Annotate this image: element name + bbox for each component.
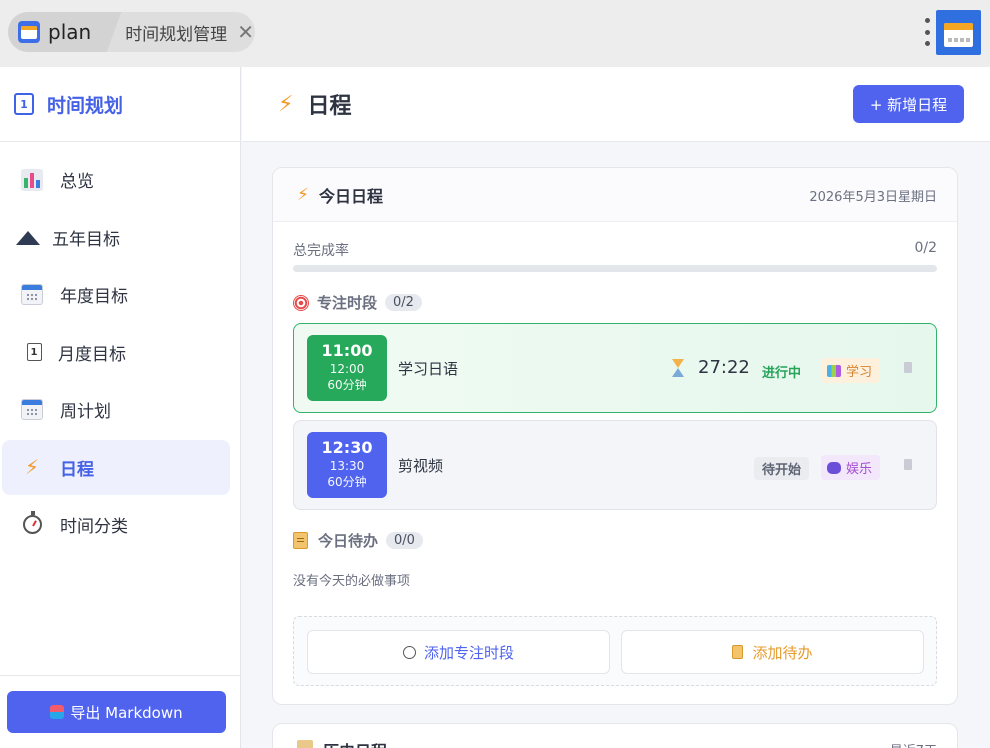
sidebar-item-label: 年度目标: [60, 287, 128, 307]
sidebar-item-monthly[interactable]: 1 月度目标: [2, 325, 230, 380]
add-todo-label: 添加待办: [752, 643, 813, 662]
duration: 60分钟: [327, 475, 367, 489]
bolt-icon: ⚡: [297, 184, 309, 205]
add-focus-label: 添加专注时段: [423, 643, 514, 662]
gamepad-icon: [827, 461, 841, 474]
sidebar-item-label: 时间分类: [60, 517, 128, 537]
focus-block[interactable]: 12:30 13:30 60分钟 剪视频 待开始 娱乐: [293, 420, 937, 510]
app-tab[interactable]: plan 时间规划管理 ✕: [8, 12, 255, 52]
category-tag: 娱乐: [821, 455, 881, 480]
sidebar: 1 时间规划 总览 五年目标 年度目标 1 月度目标 周计划 ⚡ 日程 时间分类…: [0, 67, 241, 748]
clipboard-icon: [732, 645, 744, 659]
sidebar-item-label: 五年目标: [52, 229, 120, 250]
sidebar-item-label: 总览: [60, 172, 94, 192]
sidebar-item-schedule[interactable]: ⚡ 日程: [2, 439, 230, 495]
tab-app-label: plan: [48, 20, 92, 44]
target-icon: [293, 294, 309, 311]
new-schedule-button[interactable]: + 新增日程: [853, 85, 964, 123]
history-title: 历史日程: [323, 738, 387, 748]
page-title: 日程: [307, 94, 352, 119]
title-bar: plan 时间规划管理 ✕: [0, 0, 990, 67]
todo-count-badge: 0/0: [386, 532, 423, 549]
main-content: ⚡ 日程 + 新增日程 ⚡ 今日日程 2026年5月3日星期日 总完成率 0/2…: [242, 67, 990, 748]
sidebar-footer: 导出 Markdown: [0, 675, 240, 748]
todo-section-header: 今日待办 0/0: [293, 530, 423, 551]
stopwatch-icon: [20, 511, 44, 537]
sidebar-nav: 总览 五年目标 年度目标 1 月度目标 周计划 ⚡ 日程 时间分类: [0, 142, 240, 552]
scroll-icon: [297, 740, 313, 748]
add-actions: 添加专注时段 添加待办: [293, 616, 937, 686]
start-time: 11:00: [321, 341, 373, 360]
brand-title: 时间规划: [47, 94, 124, 117]
add-todo-button[interactable]: 添加待办: [621, 630, 924, 674]
bolt-icon: ⚡: [24, 455, 40, 479]
sidebar-item-annual[interactable]: 年度目标: [2, 267, 230, 322]
sidebar-item-weekly[interactable]: 周计划: [2, 382, 230, 437]
focus-section-header: 专注时段 0/2: [293, 292, 422, 313]
history-card: 历史日程 最近7天: [272, 723, 958, 748]
sidebar-item-overview[interactable]: 总览: [2, 152, 230, 207]
sidebar-item-label: 月度目标: [58, 344, 126, 365]
category-label: 娱乐: [846, 462, 873, 477]
focus-block[interactable]: 11:00 12:00 60分钟 学习日语 27:22 进行中 学习: [293, 323, 937, 413]
status-badge: 待开始: [754, 457, 810, 480]
calendar-icon: [20, 283, 44, 307]
delete-icon[interactable]: [904, 362, 912, 373]
books-icon: [827, 364, 841, 377]
stopwatch-icon: [402, 645, 416, 659]
focus-count-badge: 0/2: [385, 294, 422, 311]
calendar-icon: [20, 398, 44, 422]
day-calendar-icon: 1: [22, 340, 46, 364]
progress-count: 0/2: [914, 240, 937, 256]
end-time: 13:30: [329, 459, 365, 473]
card-title: 今日日程: [318, 186, 383, 206]
sidebar-brand: 1 时间规划: [0, 67, 240, 142]
time-box: 11:00 12:00 60分钟: [307, 335, 387, 401]
add-focus-button[interactable]: 添加专注时段: [307, 630, 610, 674]
calendar-app-icon: [18, 21, 40, 43]
mountain-icon: [16, 225, 40, 249]
category-tag: 学习: [821, 358, 881, 383]
sidebar-item-label: 日程: [60, 459, 94, 480]
time-box: 12:30 13:30 60分钟: [307, 432, 387, 498]
block-title: 学习日语: [398, 360, 459, 378]
more-menu-icon[interactable]: [922, 18, 932, 46]
todo-empty-message: 没有今天的必做事项: [293, 574, 411, 589]
today-schedule-card: ⚡ 今日日程 2026年5月3日星期日 总完成率 0/2 专注时段 0/2 11…: [272, 167, 958, 705]
tab-app-chip[interactable]: plan: [8, 12, 106, 52]
block-title: 剪视频: [398, 457, 444, 475]
progress-label: 总完成率: [293, 243, 349, 259]
end-time: 12:00: [329, 362, 365, 376]
focus-section-title: 专注时段: [317, 294, 378, 312]
todo-section-title: 今日待办: [318, 532, 379, 550]
sidebar-item-five-year[interactable]: 五年目标: [2, 210, 230, 265]
start-time: 12:30: [321, 438, 373, 457]
progress-row: 总完成率 0/2: [293, 240, 937, 260]
export-markdown-button[interactable]: 导出 Markdown: [7, 691, 226, 733]
delete-icon[interactable]: [904, 459, 912, 470]
bar-chart-icon: [20, 168, 44, 192]
category-label: 学习: [846, 365, 873, 380]
today-date: 2026年5月3日星期日: [809, 190, 937, 205]
duration: 60分钟: [327, 378, 367, 392]
close-icon[interactable]: ✕: [237, 22, 254, 42]
history-range: 最近7天: [890, 740, 937, 748]
page-header: ⚡ 日程 + 新增日程: [242, 67, 990, 142]
tab-title: 时间规划管理: [125, 24, 228, 45]
app-logo-icon: [936, 10, 981, 55]
progress-bar: [293, 265, 937, 272]
status-badge: 进行中: [762, 366, 802, 381]
sidebar-item-categories[interactable]: 时间分类: [2, 497, 230, 552]
export-label: 导出 Markdown: [70, 703, 183, 722]
bolt-icon: ⚡: [278, 91, 294, 117]
hourglass-icon: [672, 359, 684, 377]
sidebar-item-label: 周计划: [60, 402, 111, 422]
export-icon: [50, 705, 65, 719]
countdown-timer: 27:22: [698, 357, 750, 378]
clipboard-icon: [293, 532, 308, 549]
day-calendar-icon: 1: [14, 93, 34, 115]
card-header: ⚡ 今日日程 2026年5月3日星期日: [273, 168, 957, 222]
